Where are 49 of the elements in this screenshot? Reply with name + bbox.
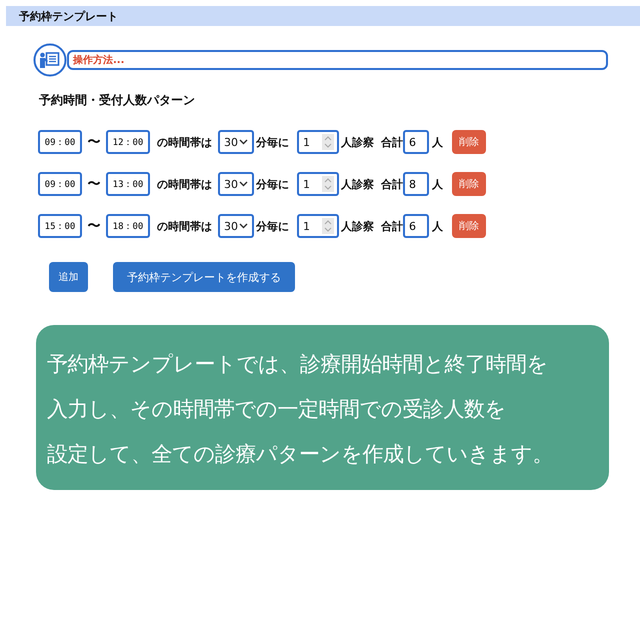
interval-label: 分毎に (256, 134, 289, 150)
delete-button[interactable]: 削除 (452, 172, 486, 196)
total-field[interactable]: 8 (403, 172, 429, 196)
chevron-icon (239, 139, 248, 145)
add-button[interactable]: 追加 (49, 262, 88, 292)
unit-label: 人 (432, 134, 444, 150)
chevron-icon (239, 181, 248, 187)
unit-label: 人 (432, 218, 444, 234)
stepper-icon (322, 134, 334, 150)
period-label: の時間帯は (157, 134, 213, 150)
total-label: 合計 (381, 218, 403, 234)
patients-field[interactable]: 1 (297, 214, 339, 238)
delete-button[interactable]: 削除 (452, 130, 486, 154)
section-title: 予約時間・受付人数パターン (39, 92, 196, 109)
period-label: の時間帯は (157, 218, 213, 234)
unit-label: 人 (432, 176, 444, 192)
total-label: 合計 (381, 134, 403, 150)
create-template-button[interactable]: 予約枠テンプレートを作成する (113, 262, 295, 292)
interval-label: 分毎に (256, 218, 289, 234)
delete-button[interactable]: 削除 (452, 214, 486, 238)
patients-label: 人診察 (341, 218, 374, 234)
start-time-field[interactable]: 15：00 (38, 214, 82, 238)
patients-label: 人診察 (341, 176, 374, 192)
end-time-field[interactable]: 18：00 (106, 214, 150, 238)
note-text: 予約枠テンプレートでは、診療開始時間と終了時間を 入力し、その時間帯での一定時間での受診人数を 設定して、全ての診療パターンを作成していきます。 (47, 351, 554, 468)
range-separator: 〜 (86, 176, 102, 193)
period-label: の時間帯は (157, 176, 213, 192)
range-separator: 〜 (86, 134, 102, 151)
interval-label: 分毎に (256, 176, 289, 192)
presenter-board-icon[interactable] (33, 43, 67, 77)
help-link[interactable]: 操作方法... (67, 50, 608, 70)
patients-label: 人診察 (341, 134, 374, 150)
stepper-icon (322, 218, 334, 234)
range-separator: 〜 (86, 218, 102, 235)
patients-field[interactable]: 1 (297, 172, 339, 196)
interval-select[interactable]: 30 (218, 172, 254, 196)
start-time-field[interactable]: 09：00 (38, 130, 82, 154)
chevron-icon (239, 223, 248, 229)
end-time-field[interactable]: 12：00 (106, 130, 150, 154)
end-time-field[interactable]: 13：00 (106, 172, 150, 196)
interval-select[interactable]: 30 (218, 130, 254, 154)
interval-select[interactable]: 30 (218, 214, 254, 238)
start-time-field[interactable]: 09：00 (38, 172, 82, 196)
total-field[interactable]: 6 (403, 130, 429, 154)
patients-field[interactable]: 1 (297, 130, 339, 154)
total-field[interactable]: 6 (403, 214, 429, 238)
stepper-icon (322, 176, 334, 192)
total-label: 合計 (381, 176, 403, 192)
page-title: 予約枠テンプレート (19, 8, 118, 24)
